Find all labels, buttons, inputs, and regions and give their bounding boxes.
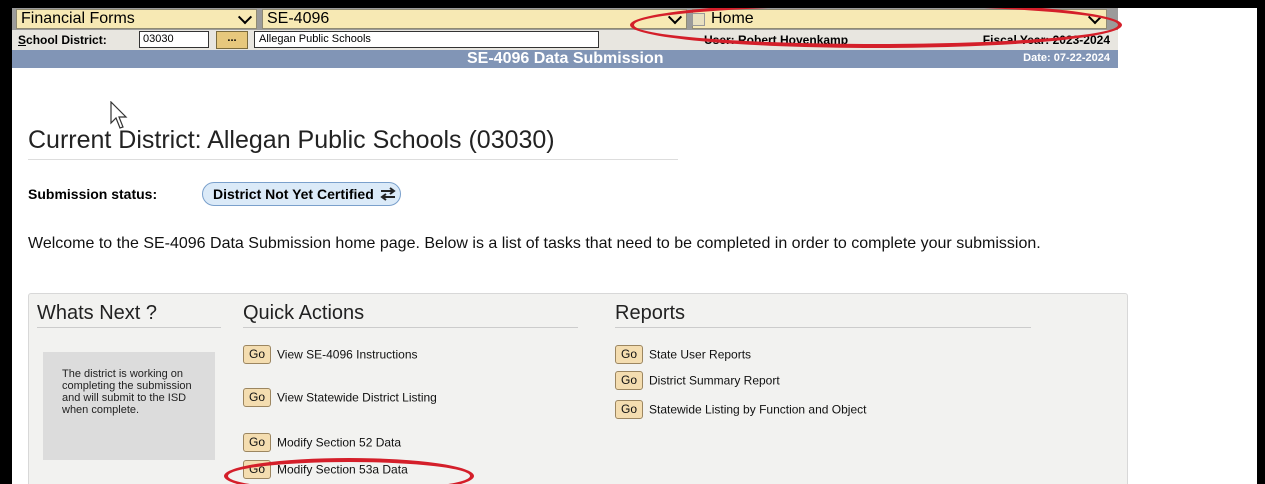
go-button[interactable]: Go (615, 371, 643, 390)
quick-action-label: Modify Section 53a Data (277, 462, 408, 477)
page-title: SE-4096 Data Submission (467, 50, 664, 67)
submission-status-label: Submission status: (28, 186, 158, 202)
reports-title: Reports (615, 302, 1031, 328)
top-selector-bar: Financial Forms SE-4096 Home (12, 8, 1118, 30)
status-badge[interactable]: District Not Yet Certified (202, 182, 401, 206)
whats-next-title: Whats Next ? (37, 302, 221, 328)
district-bar: School District: 03030 ... Allegan Publi… (12, 30, 1118, 50)
forms-category-select[interactable]: Financial Forms (16, 9, 257, 29)
go-button[interactable]: Go (615, 345, 643, 364)
report-label: Statewide Listing by Function and Object (649, 402, 867, 417)
go-button[interactable]: Go (243, 460, 271, 479)
report-label: District Summary Report (649, 373, 780, 388)
school-district-label: School District: (18, 33, 107, 47)
page-select[interactable]: Home (692, 9, 1107, 29)
go-button[interactable]: Go (615, 400, 643, 419)
forms-category-value: Financial Forms (21, 10, 135, 27)
tasks-panel: Whats Next ? The district is working on … (28, 293, 1128, 484)
mouse-cursor-icon (110, 101, 128, 129)
quick-action-label: View Statewide District Listing (277, 390, 437, 405)
report-label: State User Reports (649, 347, 752, 362)
quick-actions-title: Quick Actions (243, 302, 578, 328)
whats-next-box: The district is working on completing th… (43, 352, 215, 460)
form-select[interactable]: SE-4096 (262, 9, 687, 29)
status-badge-text: District Not Yet Certified (213, 186, 374, 202)
title-bar: SE-4096 Data Submission Date: 07-22-2024 (12, 50, 1118, 68)
district-code-field[interactable]: 03030 (139, 31, 209, 48)
go-button[interactable]: Go (243, 388, 271, 407)
swap-arrows-icon (380, 187, 396, 201)
chevron-down-icon (237, 10, 253, 25)
page-value: Home (711, 10, 754, 27)
go-button[interactable]: Go (243, 345, 271, 364)
chevron-down-icon (667, 10, 683, 25)
form-value: SE-4096 (267, 10, 330, 27)
go-button[interactable]: Go (243, 433, 271, 452)
quick-action-item: Go Modify Section 53a Data (243, 460, 408, 479)
report-item: Go Statewide Listing by Function and Obje… (615, 400, 866, 419)
app-screen: Financial Forms SE-4096 Home School Dist… (12, 8, 1257, 484)
quick-action-label: Modify Section 52 Data (277, 435, 402, 450)
report-item: Go State User Reports (615, 345, 751, 364)
user-label: User: Robert Hovenkamp (704, 33, 849, 47)
welcome-text: Welcome to the SE-4096 Data Submission h… (28, 235, 1041, 252)
district-name-field[interactable]: Allegan Public Schools (254, 31, 599, 48)
district-browse-button[interactable]: ... (216, 31, 248, 49)
fiscal-year-label: Fiscal Year: 2023-2024 (982, 33, 1110, 47)
page-select-checkbox (692, 13, 705, 26)
quick-action-label: View SE-4096 Instructions (277, 347, 418, 362)
quick-action-item: Go Modify Section 52 Data (243, 433, 401, 452)
chevron-down-icon (1087, 10, 1103, 25)
quick-action-item: Go View SE-4096 Instructions (243, 345, 418, 364)
date-label: Date: 07-22-2024 (1023, 52, 1110, 64)
current-district-heading: Current District: Allegan Public Schools… (28, 126, 678, 160)
report-item: Go District Summary Report (615, 371, 780, 390)
quick-action-item: Go View Statewide District Listing (243, 388, 437, 407)
